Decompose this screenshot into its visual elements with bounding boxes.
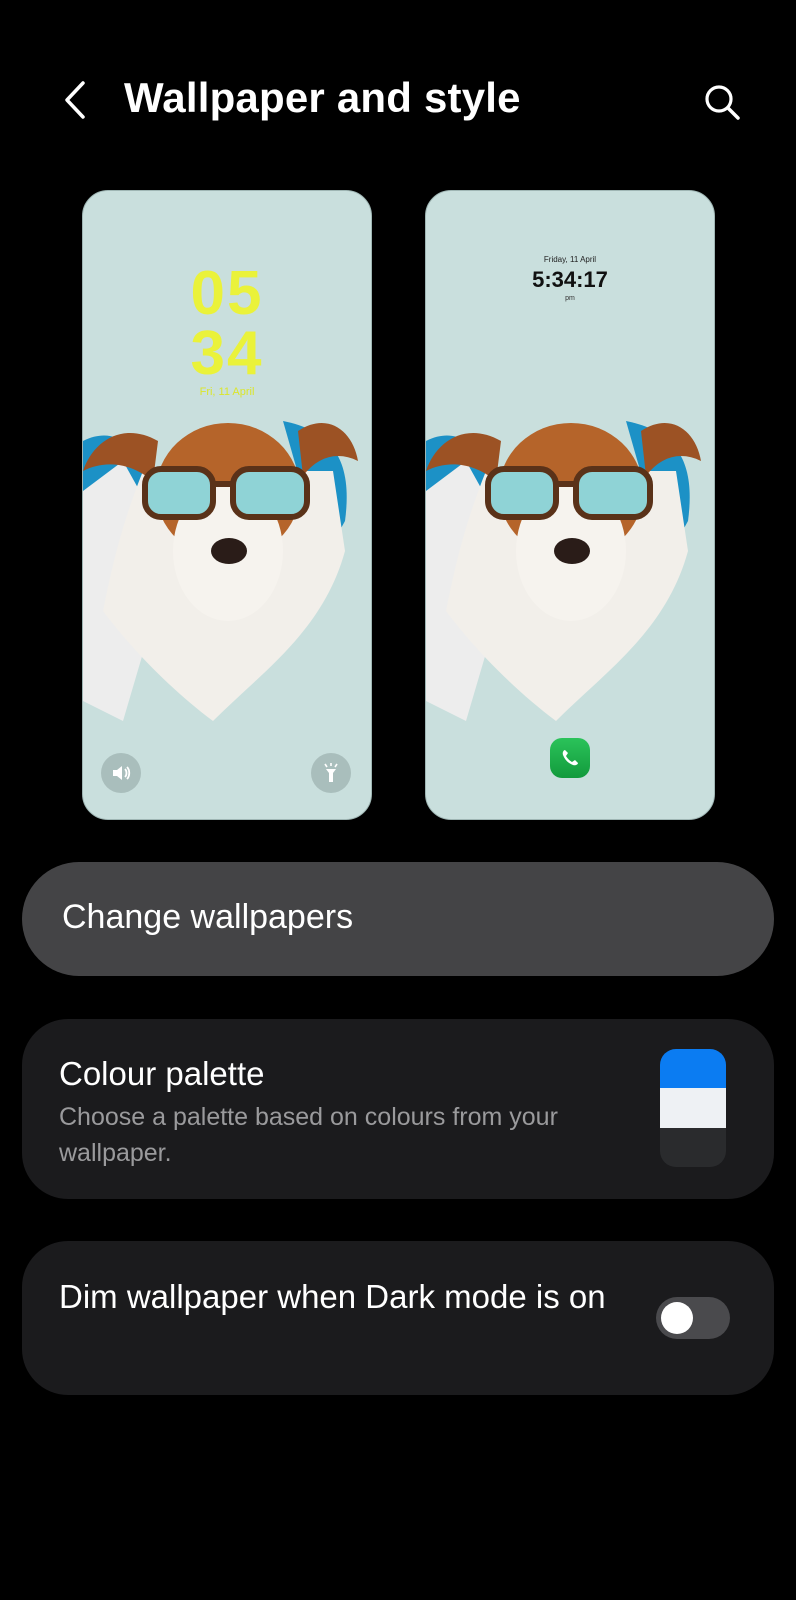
home-ampm: pm	[565, 295, 575, 302]
chevron-left-icon	[65, 81, 85, 119]
colour-palette-title: Colour palette	[59, 1055, 265, 1092]
volume-shortcut-button[interactable]	[101, 753, 141, 793]
lock-clock-hour: 05	[190, 259, 264, 328]
toggle-knob	[661, 1302, 693, 1334]
dim-wallpaper-toggle[interactable]	[656, 1297, 730, 1339]
dim-wallpaper-title: Dim wallpaper when Dark mode is on	[59, 1278, 606, 1315]
swatch-color-1	[660, 1049, 726, 1089]
lock-clock-minute: 34	[190, 319, 264, 388]
dog-wallpaper-image	[83, 421, 358, 721]
dim-wallpaper-card[interactable]: Dim wallpaper when Dark mode is on	[22, 1241, 774, 1395]
flashlight-shortcut-button[interactable]	[311, 753, 351, 793]
home-date: Friday, 11 April	[543, 255, 597, 264]
volume-icon	[113, 766, 131, 780]
phone-app-icon	[550, 738, 590, 778]
swatch-color-3	[660, 1127, 726, 1167]
flashlight-icon	[324, 763, 338, 782]
page-title: Wallpaper and style	[124, 74, 521, 121]
change-wallpapers-label: Change wallpapers	[62, 898, 354, 936]
lock-screen-preview[interactable]: 05 34 Fri, 11 April	[82, 190, 372, 820]
search-button[interactable]	[696, 76, 748, 128]
colour-palette-card[interactable]: Colour palette Choose a palette based on…	[22, 1019, 774, 1199]
palette-swatch	[660, 1049, 726, 1167]
home-clock: 5:34:17	[532, 267, 608, 292]
colour-palette-description: Choose a palette based on colours from y…	[59, 1103, 558, 1167]
back-button[interactable]	[52, 76, 100, 124]
swatch-color-2	[660, 1088, 726, 1128]
app-header: Wallpaper and style	[0, 0, 796, 200]
home-screen-preview[interactable]: Friday, 11 April 5:34:17 pm	[425, 190, 715, 820]
phone-handset-icon	[562, 750, 578, 766]
change-wallpapers-button[interactable]: Change wallpapers	[22, 862, 774, 976]
dog-wallpaper-image	[426, 421, 701, 721]
lock-date: Fri, 11 April	[199, 386, 255, 398]
search-icon	[705, 85, 740, 120]
